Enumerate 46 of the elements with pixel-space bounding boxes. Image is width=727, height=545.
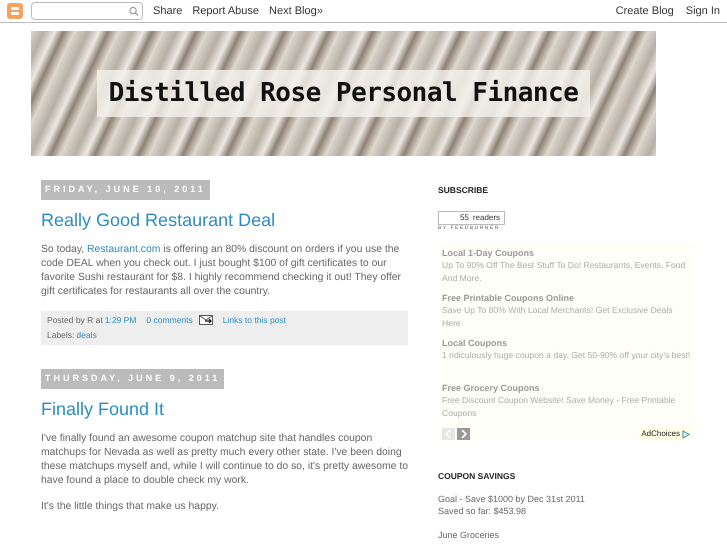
adchoices-link[interactable]: AdChoices — [639, 428, 692, 440]
next-button[interactable] — [457, 428, 470, 440]
triangle-icon — [682, 430, 690, 439]
label-link[interactable]: deals — [76, 329, 97, 342]
post-paragraph: So today, Restaurant.com is offering an 80% discount on orders if you use the code DEAL when you check out. I just bought $100 of gift certificates to our favorite Sushi restaurant for $8. I highly recommend checking it out! They offer gift certificates for restaurants all over the country. — [41, 242, 402, 298]
search-icon[interactable] — [129, 6, 139, 16]
reader-unit: readers — [472, 212, 500, 224]
nav-link[interactable]: Report Abuse — [192, 2, 260, 20]
blog-title[interactable]: Distilled Rose Personal Finance — [96, 70, 590, 117]
feedburner-counter[interactable]: 55 readers — [438, 210, 505, 225]
chevron-right-icon — [460, 430, 467, 438]
ad-text: Up To 90% Off The Best Stuff To Do! Restaurants, Events, Food And More. — [442, 259, 686, 284]
post-title[interactable]: Really Good Restaurant Deal — [41, 208, 406, 230]
savings-heading: COUPON SAVINGS — [438, 470, 516, 483]
restaurant-link[interactable]: Restaurant.com — [87, 244, 160, 254]
savings-line: Goal - Save $1000 by Dec 31st 2011 — [438, 493, 586, 505]
date-header: FRIDAY, JUNE 10, 2011 — [41, 180, 210, 200]
subscribe-heading: SUBSCRIBE — [438, 184, 490, 197]
search-field[interactable] — [31, 2, 143, 20]
chevron-left-icon — [445, 430, 452, 438]
ad-text: Save Up To 80% With Local Merchants! Get Exclusive Deals Here — [442, 304, 674, 330]
savings-line: June Groceries — [438, 529, 500, 541]
posted-by-text: Posted by R at — [47, 314, 103, 326]
labels-text: Labels: — [47, 329, 74, 342]
post-title[interactable]: Finally Found It — [41, 398, 406, 420]
ad-title[interactable]: Free Grocery Coupons — [442, 382, 692, 394]
ad-text: 1 ridiculously huge coupon a day. Get 50-90% off your city's best! — [442, 349, 692, 362]
ad-text: Free Discount Coupon Website! Save Money - Free Printable Coupons — [442, 394, 676, 420]
post-paragraph: I've finally found an awesome coupon matchup site that handles coupon matchups for Nevada as well as pretty much every other state. I've been doing these matchups myself and, while I will continue to do so, it's pretty awesome to have found a place to double check my work. — [41, 432, 409, 488]
savings-line: Saved so far: $453.98 — [438, 505, 528, 517]
backlinks-link[interactable]: Links to this post — [222, 314, 286, 326]
date-header: THURSDAY, JUNE 9, 2011 — [41, 369, 224, 388]
post-paragraph: It's the little things that make us happy. — [41, 500, 220, 514]
post-time-link[interactable]: 1:29 PM — [104, 314, 136, 326]
nav-link[interactable]: Share — [153, 2, 182, 20]
blogger-logo-icon[interactable] — [7, 3, 23, 19]
reader-count: 55 — [460, 212, 469, 224]
ad-title[interactable]: Local Coupons — [442, 337, 692, 350]
nav-link[interactable]: Create Blog — [616, 2, 674, 20]
email-icon[interactable] — [198, 314, 213, 325]
comments-link[interactable]: 0 comments — [146, 314, 193, 326]
nav-link[interactable]: Sign In — [686, 2, 720, 20]
adchoices-text: AdChoices — [641, 428, 680, 440]
ad-title[interactable]: Local 1-Day Coupons — [442, 247, 692, 260]
ad-title[interactable]: Free Printable Coupons Online — [442, 292, 692, 304]
nav-link[interactable]: Next Blog» — [269, 2, 323, 20]
